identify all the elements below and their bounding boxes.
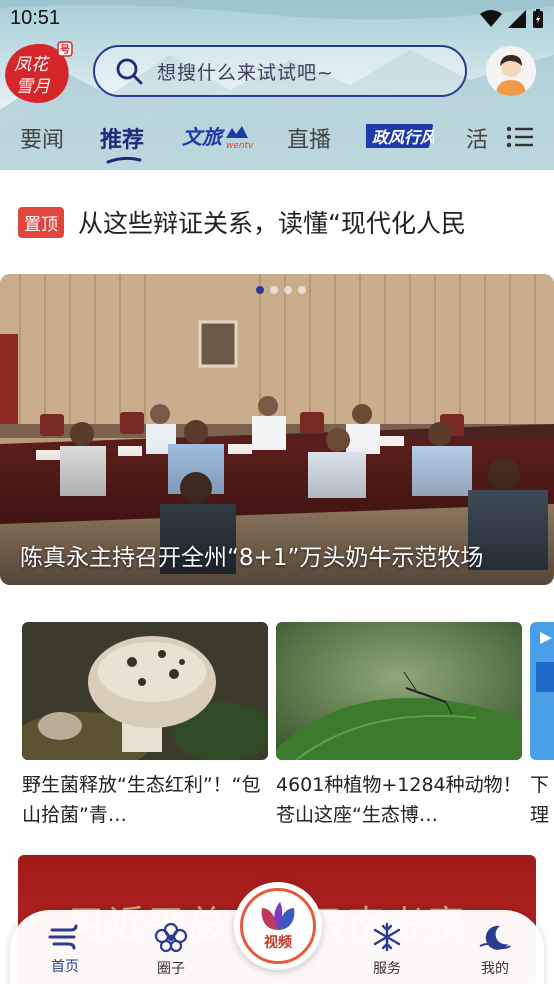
carousel-dot	[270, 286, 278, 294]
tab-live[interactable]: 直播	[287, 122, 331, 154]
tab-recommend[interactable]: 推荐	[100, 122, 144, 154]
article-cards: 野生菌释放“生态红利”！“包山拾菌”青… 4601种植物+1284种动物！苍山这…	[22, 622, 554, 832]
menu-icon[interactable]	[506, 126, 534, 148]
carousel-dot	[298, 286, 306, 294]
search-bar[interactable]: 想搜什么来试试吧~	[93, 45, 467, 97]
article-thumbnail	[276, 622, 522, 760]
article-thumbnail	[530, 622, 554, 760]
article-title: 下理	[530, 774, 550, 826]
carousel-indicator	[256, 286, 306, 294]
pinned-title: 从这些辩证关系，读懂“现代化人民	[78, 209, 466, 238]
nav-label: 服务	[373, 961, 401, 977]
article-card[interactable]: 野生菌释放“生态红利”！“包山拾菌”青…	[22, 622, 268, 830]
signal-icon	[508, 10, 526, 28]
pinned-article[interactable]: 置顶 从这些辩证关系，读懂“现代化人民	[18, 200, 554, 244]
moon-icon	[479, 925, 511, 950]
nav-label: 首页	[51, 959, 79, 975]
active-tab-indicator	[106, 156, 142, 164]
channel-tabs: 要闻 推荐 文旅 wentv 直播 政风行风 活	[0, 116, 554, 164]
status-time: 10:51	[10, 7, 61, 29]
svg-text:号: 号	[60, 44, 70, 56]
avatar[interactable]	[486, 46, 536, 96]
nav-service[interactable]: 服务	[352, 922, 422, 978]
svg-text:雪月: 雪月	[16, 77, 51, 97]
article-card[interactable]: 下理	[530, 622, 554, 830]
flower-icon	[154, 922, 188, 953]
nav-label: 圈子	[157, 961, 185, 977]
nav-video[interactable]: 视频	[234, 882, 322, 970]
status-bar: 10:51	[0, 0, 554, 38]
nav-label: 视频	[264, 935, 292, 951]
nav-mine[interactable]: 我的	[460, 922, 530, 978]
article-thumbnail	[22, 622, 268, 760]
tab-activity[interactable]: 活	[466, 122, 488, 154]
app-logo[interactable]: 凤花 雪月 号	[2, 40, 74, 106]
tab-culture-sub: wentv	[226, 141, 254, 151]
nav-home[interactable]: 首页	[30, 922, 100, 976]
tab-culture-tourism[interactable]: 文旅 wentv	[182, 120, 256, 151]
carousel-dot	[284, 286, 292, 294]
wifi-icon	[480, 10, 502, 27]
tab-news[interactable]: 要闻	[20, 122, 64, 154]
svg-text:凤花: 凤花	[14, 55, 51, 75]
nav-circle[interactable]: 圈子	[136, 922, 206, 978]
hero-caption: 陈真永主持召开全州“8+1”万头奶牛示范牧场	[20, 545, 484, 571]
bottom-nav: 首页 圈子 视频 服务 我的	[10, 882, 544, 984]
butterfly-icon	[261, 902, 295, 930]
article-card[interactable]: 4601种植物+1284种动物！苍山这座“生态博…	[276, 622, 522, 830]
article-title: 4601种植物+1284种动物！苍山这座“生态博…	[276, 774, 522, 826]
home-wind-icon	[48, 924, 78, 950]
battery-icon	[533, 9, 543, 28]
snowflake-icon	[373, 922, 401, 952]
nav-label: 我的	[481, 961, 509, 977]
carousel-dot	[256, 286, 264, 294]
article-title: 野生菌释放“生态红利”！“包山拾菌”青…	[22, 774, 261, 826]
tab-government-label: 政风行风	[372, 128, 434, 147]
hero-carousel[interactable]: 陈真永主持召开全州“8+1”万头奶牛示范牧场	[0, 274, 554, 585]
pinned-badge: 置顶	[18, 206, 64, 238]
tab-culture-label: 文旅	[182, 125, 225, 149]
tab-government-style[interactable]: 政风行风	[361, 120, 437, 150]
search-icon	[116, 58, 143, 85]
search-placeholder: 想搜什么来试试吧~	[157, 61, 334, 84]
